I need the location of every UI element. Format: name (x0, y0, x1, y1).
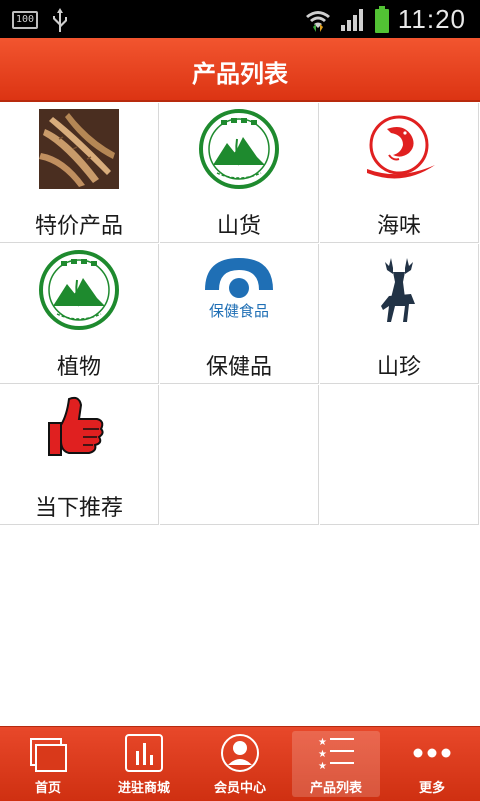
category-item[interactable]: 海味 (320, 103, 479, 243)
status-bar: 100 11:20 (0, 0, 480, 38)
category-label: 特价产品 (34, 214, 123, 239)
list-icon: ★ ★ ★ (318, 737, 354, 772)
category-label: 当下推荐 (34, 496, 123, 521)
user-icon (221, 734, 259, 772)
header-bar: 产品列表 (0, 38, 480, 102)
category-label: 山珍 (376, 355, 421, 380)
category-item[interactable]: 保健食品 保健品 (160, 244, 319, 384)
bars-icon (125, 734, 163, 772)
pages-icon (30, 738, 67, 772)
category-item[interactable]: 当下推荐 (0, 385, 159, 525)
battery-icon (374, 5, 389, 33)
category-label: 植物 (56, 355, 101, 380)
nav-label: 进驻商城 (117, 781, 170, 796)
nav-label: 更多 (418, 781, 445, 796)
nav-product-list[interactable]: ★ ★ ★ 产品列表 (288, 727, 384, 801)
ginseng-photo (39, 109, 119, 189)
category-item[interactable]: 植物 (0, 244, 159, 384)
nav-label: 首页 (34, 781, 61, 796)
svg-text:★: ★ (318, 761, 327, 772)
page-title: 产品列表 (192, 60, 288, 88)
category-item[interactable]: 特价产品 (0, 103, 159, 243)
category-label: 保健品 (205, 355, 272, 380)
health-food-logo-text: 保健食品 (209, 302, 269, 320)
usb-icon (53, 8, 67, 32)
category-item[interactable]: 山货 (160, 103, 319, 243)
empty-cell (160, 385, 319, 525)
shrimp-logo-icon (367, 115, 435, 179)
nav-label: 会员中心 (213, 781, 266, 796)
nav-label: 产品列表 (309, 781, 362, 796)
nav-member[interactable]: 会员中心 (192, 727, 288, 801)
category-label: 海味 (376, 214, 421, 239)
svg-text:★: ★ (318, 749, 327, 760)
wild-health-seal-icon (39, 250, 119, 330)
nav-mall[interactable]: 进驻商城 (96, 727, 192, 801)
bottom-nav: 首页 进驻商城 会员中心 ★ ★ ★ 产品列表 更多 (0, 726, 480, 801)
nav-more[interactable]: 更多 (384, 727, 480, 801)
status-right: 11:20 (304, 4, 466, 35)
health-food-logo-icon: 保健食品 (205, 258, 273, 320)
empty-cell (320, 385, 479, 525)
battery-level-icon: 100 (12, 11, 38, 29)
svg-text:★: ★ (318, 737, 327, 748)
deer-icon (381, 258, 415, 322)
category-label: 山货 (216, 214, 261, 239)
clock: 11:20 (397, 4, 466, 34)
signal-icon (340, 8, 363, 31)
wild-health-seal-icon (199, 109, 279, 189)
more-icon (413, 748, 451, 758)
category-item[interactable]: 山珍 (320, 244, 479, 384)
status-left: 100 (12, 8, 68, 32)
thumbs-up-icon (48, 396, 104, 456)
nav-home[interactable]: 首页 (0, 727, 96, 801)
wifi-icon (305, 10, 330, 32)
